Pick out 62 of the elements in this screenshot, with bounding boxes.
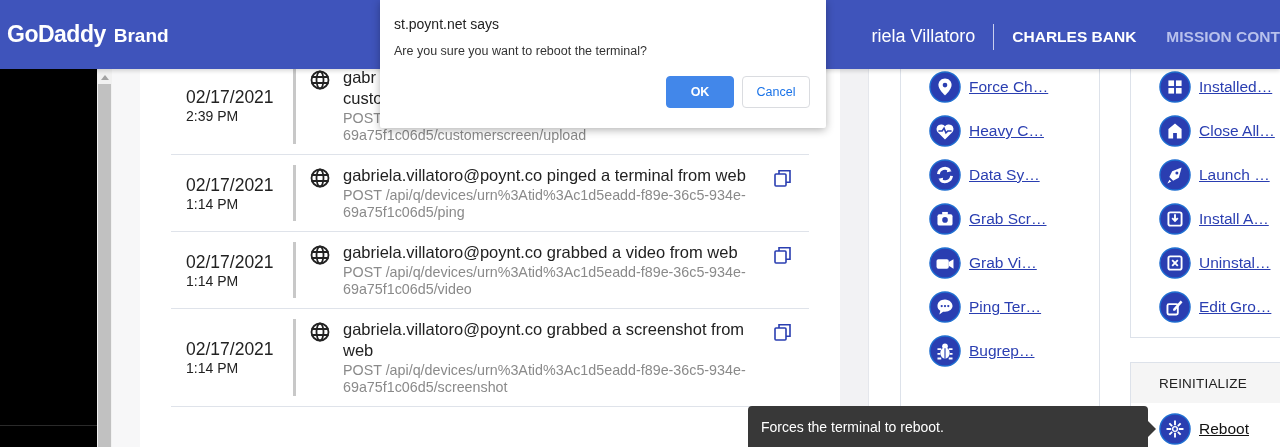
action-link[interactable]: Grab Vi… xyxy=(969,254,1037,272)
scrollbar[interactable] xyxy=(97,69,112,447)
log-date: 02/17/2021 xyxy=(186,87,275,108)
log-time: 2:39 PM xyxy=(186,108,240,124)
video-camera-icon[interactable] xyxy=(929,247,961,279)
globe-icon xyxy=(310,322,330,342)
action-link[interactable]: Install A… xyxy=(1199,210,1269,228)
action-link[interactable]: Heavy C… xyxy=(969,122,1044,140)
action-link[interactable]: Close All… xyxy=(1199,122,1275,140)
globe-icon xyxy=(310,168,330,188)
scrollbar-thumb[interactable] xyxy=(98,84,111,447)
action-link[interactable]: Edit Gro… xyxy=(1199,298,1272,316)
log-title: gabriela.villatoro@poynt.co pinged a terminal from web xyxy=(343,165,746,186)
copy-icon[interactable] xyxy=(774,246,792,264)
section-title: REINITIALIZE xyxy=(1159,375,1247,391)
location-pin-icon[interactable] xyxy=(929,71,961,103)
action-link[interactable]: Launch … xyxy=(1199,166,1270,184)
dialog-message: Are you sure you want to reboot the terminal? xyxy=(394,44,648,58)
log-path: POST 69a75f1c06d5/customerscreen/upload xyxy=(343,110,587,144)
grid-icon[interactable] xyxy=(1159,71,1191,103)
globe-icon xyxy=(310,70,330,90)
log-path: POST /api/q/devices/urn%3Atid%3Ac1d5eadd-f89e-36c5-934e-69a75f1c06d5/ping xyxy=(343,187,747,221)
log-time: 1:14 PM xyxy=(186,272,240,289)
chat-bubble-icon[interactable] xyxy=(929,291,961,323)
log-date: 02/17/2021 xyxy=(186,339,275,360)
burst-icon[interactable] xyxy=(1159,413,1191,445)
nav-link[interactable]: CHARLES BANK xyxy=(1012,27,1137,46)
rocket-icon[interactable] xyxy=(1159,159,1191,191)
log-path: POST /api/q/devices/urn%3Atid%3Ac1d5eadd-f89e-36c5-934e-69a75f1c06d5/video xyxy=(343,264,747,298)
copy-icon[interactable] xyxy=(774,169,792,187)
camera-icon[interactable] xyxy=(929,203,961,235)
bug-icon[interactable] xyxy=(929,335,961,367)
log-date: 02/17/2021 xyxy=(186,174,275,196)
copy-icon[interactable] xyxy=(774,323,792,341)
tooltip-text: Forces the terminal to reboot. xyxy=(761,418,944,435)
action-link[interactable]: Ping Ter… xyxy=(969,298,1042,316)
dialog-title: st.poynt.net says xyxy=(394,16,501,32)
home-icon[interactable] xyxy=(1159,115,1191,147)
log-date: 02/17/2021 xyxy=(186,251,275,273)
action-link[interactable]: Installed… xyxy=(1199,78,1273,96)
brand-name: Brand xyxy=(113,25,169,47)
log-time: 1:14 PM xyxy=(186,195,240,212)
action-link[interactable]: Force Ch… xyxy=(969,78,1049,96)
log-path: POST /api/q/devices/urn%3Atid%3Ac1d5eadd-f89e-36c5-934e-69a75f1c06d5/screenshot xyxy=(343,362,747,396)
ok-button[interactable]: OK xyxy=(666,76,734,108)
log-time: 1:14 PM xyxy=(186,360,240,376)
refresh-icon[interactable] xyxy=(929,159,961,191)
log-title: gabriela.villatoro@poynt.co grabbed a screenshot from web xyxy=(343,319,746,361)
logo[interactable]: GoDaddy xyxy=(7,21,106,48)
action-link[interactable]: Reboot xyxy=(1199,420,1249,438)
download-icon[interactable] xyxy=(1159,203,1191,235)
edit-icon[interactable] xyxy=(1159,291,1191,323)
nav-link[interactable]: MISSION CONT xyxy=(1166,27,1280,46)
action-link[interactable]: Data Sy… xyxy=(969,166,1040,184)
action-link[interactable]: Uninstal… xyxy=(1199,254,1271,272)
action-link[interactable]: Bugrep… xyxy=(969,342,1035,360)
user-name[interactable]: riela Villatoro xyxy=(871,26,994,47)
log-title: gabriela.villatoro@poynt.co grabbed a video from web xyxy=(343,242,738,263)
close-box-icon[interactable] xyxy=(1159,247,1191,279)
cancel-button[interactable]: Cancel xyxy=(742,76,810,108)
globe-icon xyxy=(310,245,330,265)
action-link[interactable]: Grab Scr… xyxy=(969,210,1047,228)
